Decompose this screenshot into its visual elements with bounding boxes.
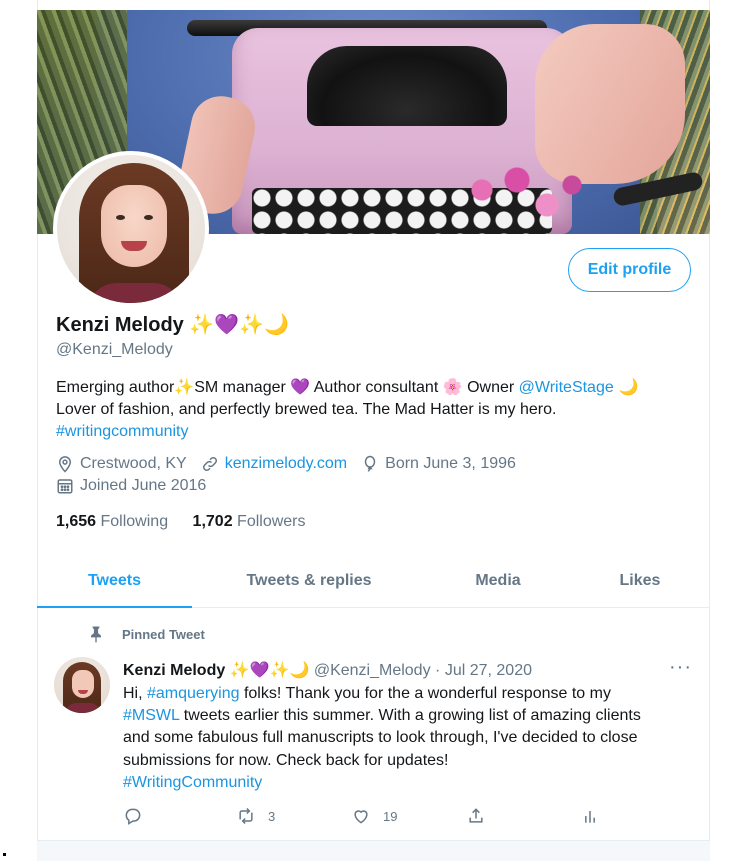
cherry-blossom-emoji: 🌸 <box>442 377 463 396</box>
followers-label: Followers <box>237 513 306 530</box>
tab-likes[interactable]: Likes <box>570 555 710 607</box>
birthday: Born June 3, 1996 <box>361 453 516 475</box>
tab-tweets-and-replies[interactable]: Tweets & replies <box>192 555 426 607</box>
following-count-link[interactable]: 1,656 Following <box>56 513 168 530</box>
tweet-line-4: submissions for now. Check back for upda… <box>123 751 449 769</box>
bio-line-1: Emerging author✨SM manager 💜 Author cons… <box>56 376 696 399</box>
following-label: Following <box>100 513 169 530</box>
edit-profile-button[interactable]: Edit profile <box>568 248 691 292</box>
followers-count: 1,702 <box>192 513 233 530</box>
retweet-icon <box>239 807 253 825</box>
profile-name: Kenzi Melody ✨💜✨🌙 <box>56 312 289 337</box>
timeline-separator <box>37 841 710 861</box>
location-pin-icon <box>58 456 72 473</box>
retweet-count: 3 <box>268 808 276 824</box>
location-text: Crestwood, KY <box>80 455 187 472</box>
profile-meta: Crestwood, KY kenzimelody.com Born June … <box>56 453 530 497</box>
tweet-line-2: #MSWL tweets earlier this summer. With a… <box>123 705 693 727</box>
bio-text: Author consultant <box>310 379 443 396</box>
writingcommunity-hashtag-link[interactable]: #WritingCommunity <box>123 772 693 794</box>
reply-icon <box>125 808 141 825</box>
website[interactable]: kenzimelody.com <box>201 453 347 475</box>
sparkles-emoji: ✨ <box>189 312 215 336</box>
profile-bio: Emerging author✨SM manager 💜 Author cons… <box>56 376 696 443</box>
avatar-eye-left <box>116 215 125 220</box>
joined: Joined June 2016 <box>56 475 206 497</box>
bio-text: SM manager <box>194 379 291 396</box>
tweet-line-1: Hi, #amquerying folks! Thank you for the… <box>123 683 693 705</box>
tweet-avatar-clothing <box>66 703 100 713</box>
bio-text: Emerging author <box>56 379 175 396</box>
sparkles-emoji: ✨ <box>269 660 290 679</box>
writingcommunity-hashtag-link[interactable]: #writingcommunity <box>56 421 696 443</box>
tweet-text-segment: Hi, <box>123 685 147 702</box>
crescent-moon-emoji: 🌙 <box>264 312 289 336</box>
bio-line-2: Lover of fashion, and perfectly brewed t… <box>56 401 557 418</box>
purple-heart-emoji: 💜 <box>290 377 311 396</box>
link-icon <box>202 456 217 472</box>
calendar-icon <box>57 479 73 494</box>
sparkles-emoji: ✨ <box>229 660 250 679</box>
tweet-author-avatar[interactable] <box>54 657 110 713</box>
tweet-date[interactable]: Jul 27, 2020 <box>445 662 532 679</box>
tweet-text: Hi, #amquerying folks! Thank you for the… <box>123 683 693 794</box>
profile-tabs: Tweets Tweets & replies Media Likes <box>37 555 710 608</box>
banner-flowers <box>462 160 592 234</box>
sparkles-emoji: ✨ <box>239 312 265 336</box>
location: Crestwood, KY <box>56 453 187 475</box>
share-icon <box>469 808 483 823</box>
heart-icon <box>354 810 368 824</box>
sparkles-emoji: ✨ <box>174 377 195 396</box>
tweet-author-handle[interactable]: @Kenzi_Melody <box>314 662 431 679</box>
like-count: 19 <box>383 808 398 824</box>
balloon-icon <box>364 455 376 472</box>
crescent-moon-emoji: 🌙 <box>613 377 639 396</box>
meta-row-2: Joined June 2016 <box>56 475 530 497</box>
stray-dot <box>3 853 6 856</box>
banner-typewriter-mechanism <box>307 46 507 126</box>
reply-button[interactable] <box>123 806 143 826</box>
crescent-moon-emoji: 🌙 <box>289 660 310 679</box>
tweet-line-3: and some fabulous full manuscripts to lo… <box>123 729 638 747</box>
like-button[interactable]: 19 <box>351 806 397 826</box>
tweet-text-segment: folks! Thank you for the a wonderful res… <box>239 685 611 702</box>
separator-dot: · <box>435 662 441 679</box>
joined-text: Joined June 2016 <box>80 477 207 494</box>
mswl-hashtag-link[interactable]: #MSWL <box>123 707 179 724</box>
birthday-text: Born June 3, 1996 <box>385 455 516 472</box>
analytics-button[interactable] <box>580 806 600 826</box>
purple-heart-emoji: 💜 <box>214 312 240 336</box>
retweet-button[interactable]: 3 <box>236 806 275 826</box>
followers-count-link[interactable]: 1,702 Followers <box>193 513 306 530</box>
analytics-icon <box>585 811 595 823</box>
pinned-tweet-label: Pinned Tweet <box>86 624 205 644</box>
pin-icon <box>91 626 101 643</box>
tweet-actions: 3 19 <box>123 806 603 830</box>
tweet-text-segment: tweets earlier this summer. With a growi… <box>179 707 641 725</box>
tweet-separator: · <box>431 662 445 679</box>
tab-tweets[interactable]: Tweets <box>37 555 192 608</box>
profile-avatar[interactable] <box>53 151 209 307</box>
tab-media[interactable]: Media <box>426 555 570 607</box>
follow-counts: 1,656 Following 1,702 Followers <box>56 513 326 531</box>
avatar-face <box>101 185 167 267</box>
avatar-eye-right <box>144 215 153 220</box>
meta-row-1: Crestwood, KY kenzimelody.com Born June … <box>56 453 530 475</box>
tweet-header: Kenzi Melody ✨💜✨🌙 @Kenzi_Melody · Jul 27… <box>123 660 532 680</box>
following-count: 1,656 <box>56 513 97 530</box>
tweet-author-name[interactable]: Kenzi Melody <box>123 662 225 679</box>
amquerying-hashtag-link[interactable]: #amquerying <box>147 685 240 702</box>
more-options-icon[interactable]: ··· <box>669 656 692 679</box>
profile-name-text: Kenzi Melody <box>56 314 184 336</box>
writestage-mention-link[interactable]: @WriteStage <box>519 379 614 396</box>
pinned-label-text: Pinned Tweet <box>122 626 205 642</box>
website-link[interactable]: kenzimelody.com <box>225 453 347 475</box>
bio-text: Owner <box>462 379 519 396</box>
profile-handle: @Kenzi_Melody <box>56 341 173 358</box>
purple-heart-emoji: 💜 <box>249 660 270 679</box>
share-button[interactable] <box>466 806 486 826</box>
